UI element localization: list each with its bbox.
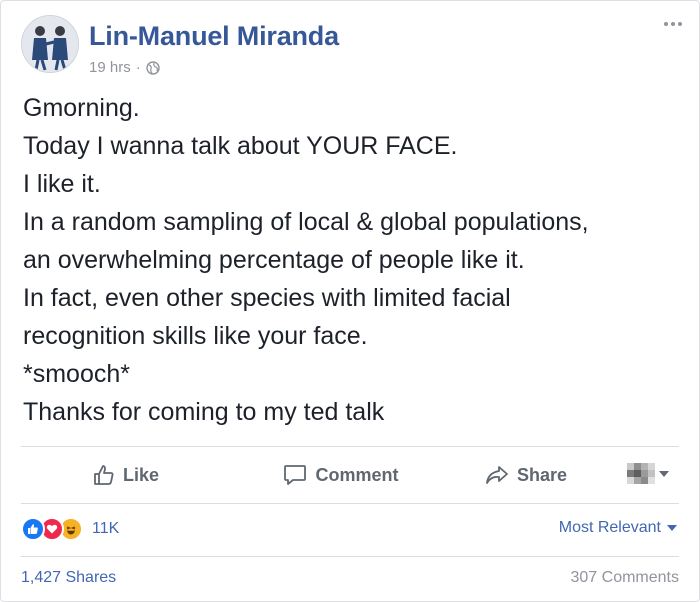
author-name[interactable]: Lin-Manuel Miranda bbox=[89, 21, 339, 52]
share-label: Share bbox=[516, 464, 568, 485]
post-line: Today I wanna talk about YOUR FACE. bbox=[23, 132, 458, 160]
meta-separator: · bbox=[135, 59, 141, 76]
more-options-icon[interactable] bbox=[661, 17, 685, 31]
share-button[interactable]: Share bbox=[451, 464, 601, 486]
sort-comments-dropdown[interactable]: Most Relevant bbox=[559, 519, 677, 537]
post-line: I like it. bbox=[23, 170, 101, 198]
comment-bubble-icon bbox=[283, 464, 307, 486]
reaction-count: 11K bbox=[92, 520, 120, 537]
chevron-down-icon bbox=[659, 471, 669, 477]
post-line: Thanks for coming to my ted talk bbox=[23, 398, 385, 426]
post-header: Lin-Manuel Miranda 19 hrs · bbox=[21, 15, 685, 76]
globe-icon[interactable] bbox=[146, 60, 160, 75]
comments-count-link[interactable]: 307 Comments bbox=[571, 569, 680, 587]
post-actions: Like Comment Share bbox=[21, 453, 679, 497]
post-line: recognition skills like your face. bbox=[23, 322, 368, 350]
comment-label: Comment bbox=[315, 464, 399, 485]
post-line: In a random sampling of local & global p… bbox=[23, 208, 589, 236]
chevron-down-icon bbox=[667, 525, 677, 531]
post-line: an overwhelming percentage of people lik… bbox=[23, 246, 525, 274]
post-line: In fact, even other species with limited… bbox=[23, 284, 511, 312]
like-button[interactable]: Like bbox=[21, 464, 231, 486]
blurred-avatar-icon bbox=[627, 463, 655, 485]
sort-label: Most Relevant bbox=[558, 519, 661, 536]
like-reaction-icon bbox=[21, 517, 45, 541]
share-arrow-icon bbox=[485, 464, 509, 486]
post-line: Gmorning. bbox=[23, 94, 140, 122]
author-avatar[interactable] bbox=[21, 15, 79, 73]
post-footer: 1,427 Shares 307 Comments bbox=[21, 569, 679, 593]
divider bbox=[21, 556, 679, 557]
comment-button[interactable]: Comment bbox=[231, 464, 451, 486]
thumbs-up-icon bbox=[93, 464, 115, 486]
like-label: Like bbox=[122, 464, 160, 485]
divider bbox=[21, 446, 679, 447]
post-meta: 19 hrs · bbox=[89, 59, 160, 76]
post-timestamp[interactable]: 19 hrs bbox=[89, 59, 131, 76]
post-card: Lin-Manuel Miranda 19 hrs · Gmorning. To… bbox=[0, 0, 700, 602]
reaction-bar: 11K Most Relevant bbox=[21, 513, 679, 547]
shares-count-link[interactable]: 1,427 Shares bbox=[21, 569, 116, 587]
divider bbox=[21, 503, 679, 504]
reaction-summary[interactable]: 11K bbox=[21, 517, 119, 541]
audience-selector[interactable] bbox=[627, 463, 669, 485]
post-line: *smooch* bbox=[23, 360, 130, 388]
post-body: Gmorning. Today I wanna talk about YOUR … bbox=[23, 89, 679, 431]
